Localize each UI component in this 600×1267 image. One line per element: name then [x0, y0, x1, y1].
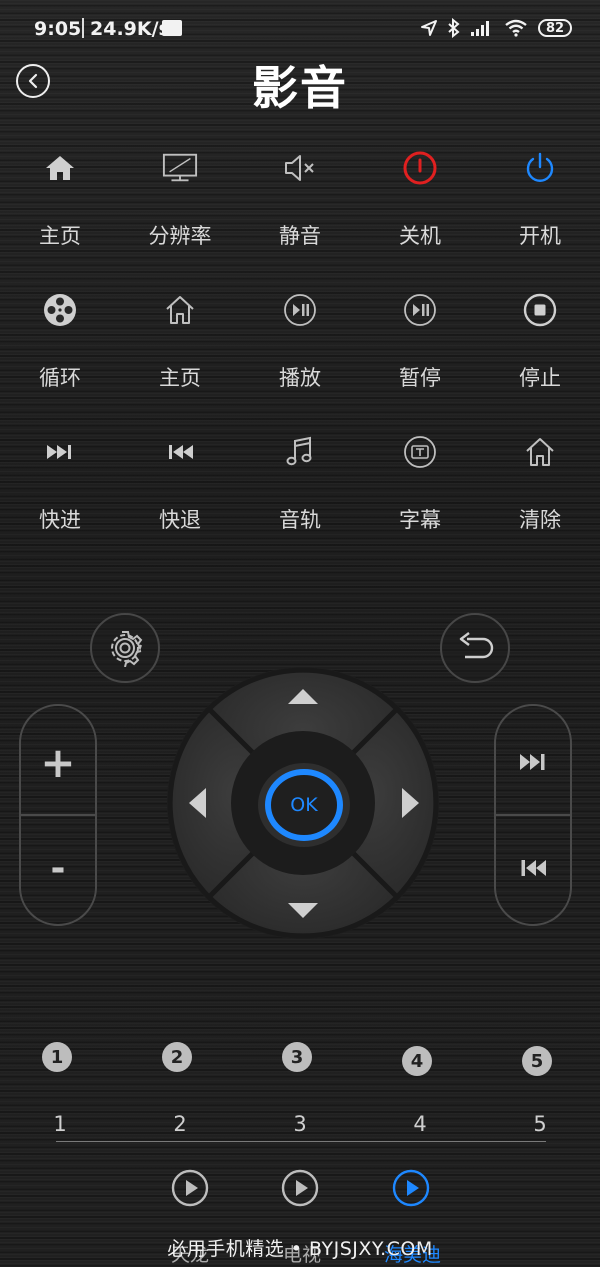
previous-track-icon	[521, 860, 546, 876]
clear-button[interactable]: 清除	[480, 424, 600, 544]
volume-down-label: -	[50, 847, 66, 889]
number-2-button[interactable]: 2	[162, 1042, 192, 1072]
volume-up-label: +	[40, 737, 76, 787]
function-label: 清除	[519, 508, 561, 532]
bluetooth-icon	[448, 18, 460, 38]
play-circle-icon	[392, 1169, 430, 1207]
volume-down-button[interactable]: -	[21, 818, 95, 918]
previous-track-button[interactable]	[496, 818, 570, 918]
rewind-icon	[162, 434, 198, 470]
gear-icon	[111, 631, 143, 667]
subtitle-button[interactable]: 字幕	[360, 424, 480, 544]
power-off-icon	[402, 150, 438, 186]
function-label: 播放	[279, 366, 321, 390]
number-badge: 5	[530, 1050, 544, 1072]
number-label: 2	[173, 1112, 187, 1136]
function-label: 快退	[159, 508, 201, 532]
function-label: 快进	[39, 508, 81, 532]
function-label: 暂停	[399, 366, 441, 390]
status-network-speed: 24.9K/s	[90, 18, 170, 40]
mute-icon	[282, 150, 318, 186]
signal-icon	[471, 21, 489, 36]
function-label: 关机	[399, 224, 441, 248]
number-label: 4	[413, 1112, 427, 1136]
ok-label: OK	[290, 794, 318, 816]
number-label: 3	[293, 1112, 307, 1136]
settings-button[interactable]	[90, 613, 160, 683]
home-outline-icon	[522, 434, 558, 470]
next-track-icon	[520, 754, 545, 770]
play-button[interactable]: 播放	[240, 282, 360, 402]
play-circle-icon	[281, 1169, 319, 1207]
home-filled-icon	[42, 150, 78, 186]
fast-forward-button[interactable]: 快进	[0, 424, 120, 544]
number-badge: 2	[170, 1046, 184, 1068]
number-label: 5	[533, 1112, 547, 1136]
status-time: 9:05	[34, 18, 82, 40]
ok-button[interactable]: OK	[256, 762, 352, 848]
fast-forward-icon	[42, 434, 78, 470]
screen-icon	[162, 150, 198, 186]
audio-track-button[interactable]: 音轨	[240, 424, 360, 544]
volume-up-button[interactable]: +	[21, 712, 95, 812]
power-on-button[interactable]: 开机	[480, 140, 600, 260]
device-tab-2-button[interactable]	[281, 1169, 319, 1207]
power-off-button[interactable]: 关机	[360, 140, 480, 260]
battery-level: 82	[545, 20, 565, 36]
status-bar: 9:05 24.9K/s 82	[0, 0, 600, 56]
stop-icon	[522, 292, 558, 328]
home-button[interactable]: 主页	[0, 140, 120, 260]
loop-button[interactable]: 循环	[0, 282, 120, 402]
divider	[21, 814, 95, 816]
function-label: 开机	[519, 224, 561, 248]
play-pause-icon	[282, 292, 318, 328]
rewind-button[interactable]: 快退	[120, 424, 240, 544]
resolution-button[interactable]: 分辨率	[120, 140, 240, 260]
device-tab-3-button[interactable]	[392, 1169, 430, 1207]
music-note-icon	[282, 434, 318, 470]
device-tab-1-button[interactable]	[171, 1169, 209, 1207]
notification-app-icon	[162, 20, 182, 36]
page-title: 影音	[252, 61, 348, 115]
function-label: 静音	[279, 224, 321, 248]
stop-button[interactable]: 停止	[480, 282, 600, 402]
next-track-button[interactable]	[496, 712, 570, 812]
battery-icon: 82	[538, 19, 572, 37]
function-label: 主页	[159, 366, 201, 390]
function-label: 循环	[39, 366, 81, 390]
number-badge: 3	[290, 1046, 304, 1068]
subtitle-icon	[402, 434, 438, 470]
function-label: 分辨率	[148, 224, 212, 248]
number-badge: 1	[50, 1046, 64, 1068]
pause-button[interactable]: 暂停	[360, 282, 480, 402]
number-label: 1	[53, 1112, 67, 1136]
number-4-button[interactable]: 4	[402, 1046, 432, 1076]
power-on-icon	[522, 150, 558, 186]
home-outline-icon	[162, 292, 198, 328]
mute-button[interactable]: 静音	[240, 140, 360, 260]
play-pause-icon	[402, 292, 438, 328]
loop-reel-icon	[42, 292, 78, 328]
number-5-button[interactable]: 5	[522, 1046, 552, 1076]
wifi-icon	[505, 19, 527, 37]
divider	[496, 814, 570, 816]
status-separator	[82, 18, 84, 38]
return-icon	[459, 632, 494, 659]
divider	[56, 1141, 546, 1142]
function-label: 音轨	[279, 508, 321, 532]
function-label: 主页	[39, 224, 81, 248]
watermark-text: 必用手机精选 • BYJSJXY.COM	[167, 1238, 433, 1260]
number-3-button[interactable]: 3	[282, 1042, 312, 1072]
track-control	[494, 704, 572, 926]
return-button[interactable]	[440, 613, 510, 683]
volume-control: + -	[19, 704, 97, 926]
play-circle-icon	[171, 1169, 209, 1207]
function-label: 停止	[519, 366, 561, 390]
location-icon	[421, 20, 437, 36]
home-outline-button[interactable]: 主页	[120, 282, 240, 402]
number-badge: 4	[410, 1050, 424, 1072]
number-1-button[interactable]: 1	[42, 1042, 72, 1072]
function-label: 字幕	[399, 508, 441, 532]
